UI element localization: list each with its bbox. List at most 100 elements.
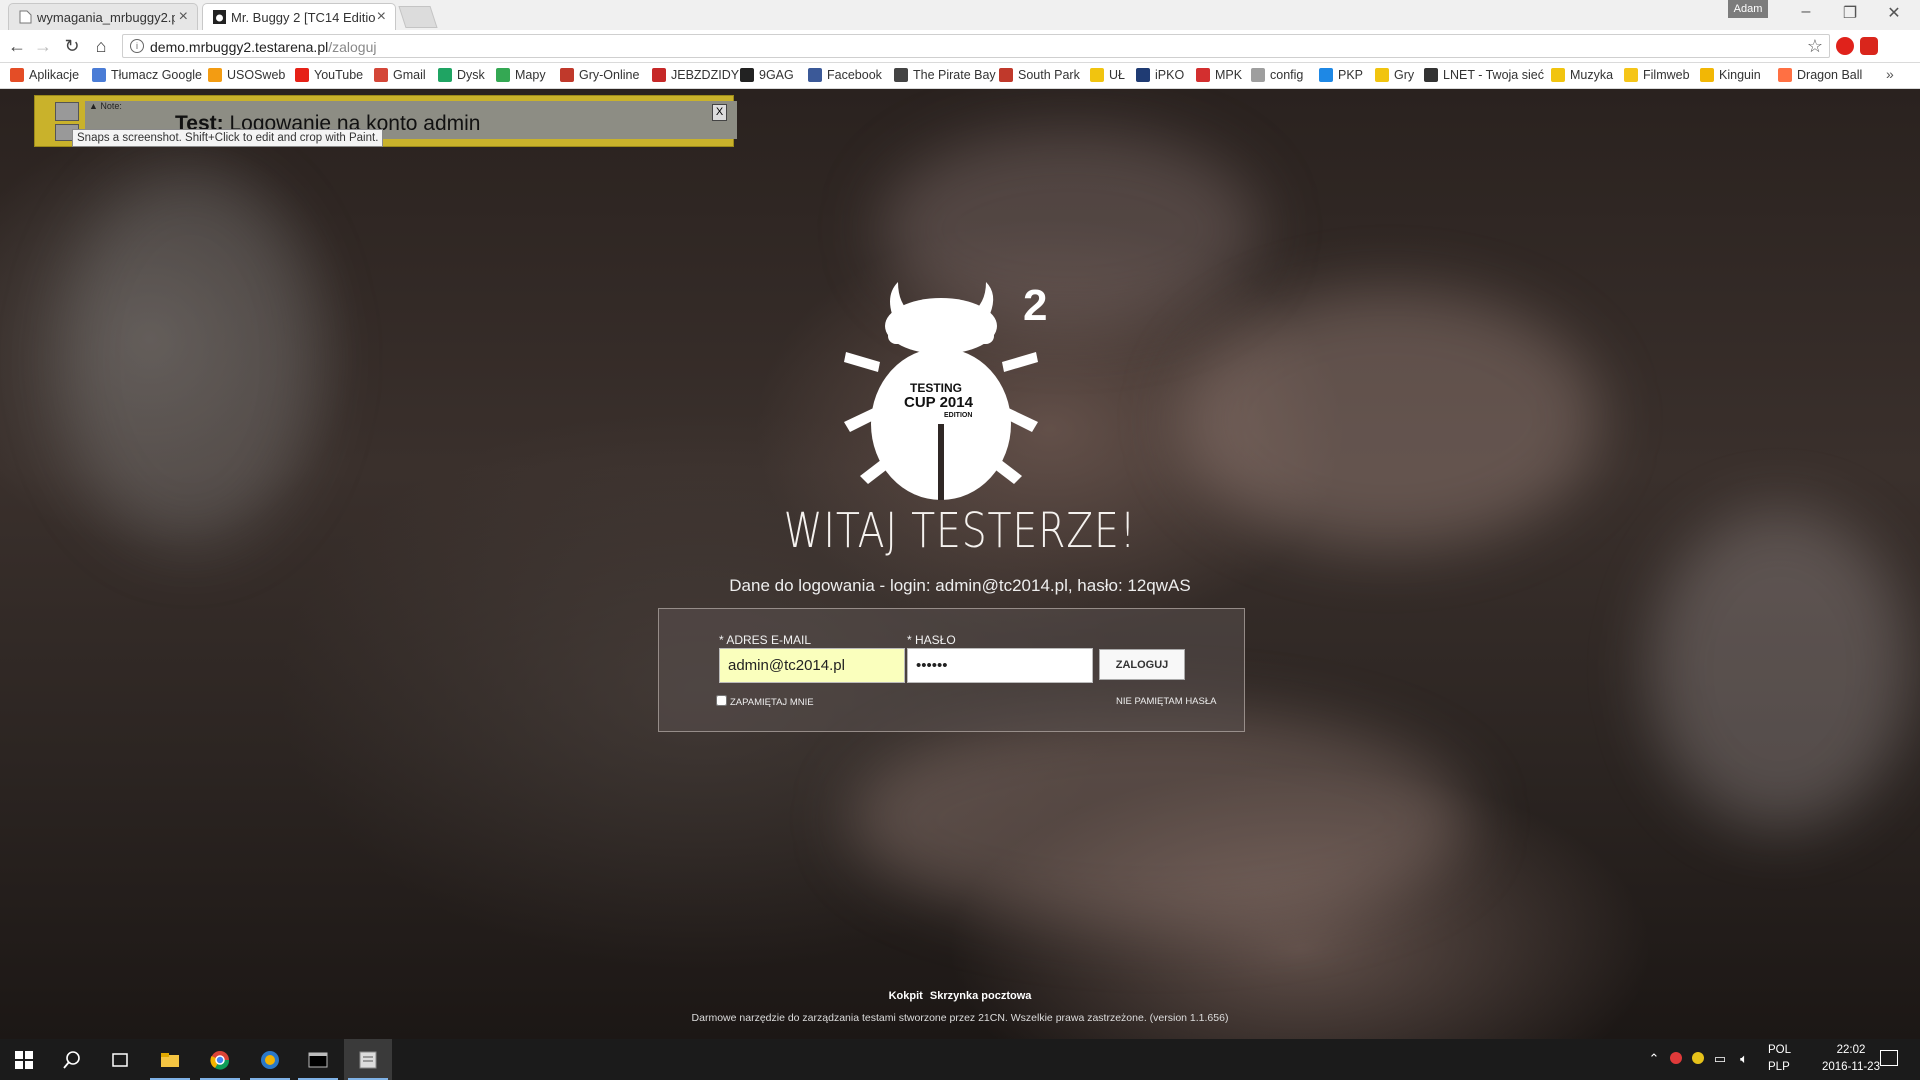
bookmark-label: Dragon Ball [1797,68,1863,82]
bookmark-item[interactable]: Gmail [374,66,426,84]
password-field[interactable] [907,648,1093,683]
remember-me-label[interactable]: ZAPAMIĘTAJ MNIE [730,697,814,708]
document-icon [19,10,32,24]
remember-me-checkbox[interactable] [716,695,727,706]
bookmark-label: Facebook [827,68,882,82]
search-button[interactable] [48,1039,96,1080]
bookmark-item[interactable]: Facebook [808,66,882,84]
bookmark-item[interactable]: Dysk [438,66,485,84]
bookmark-item[interactable]: The Pirate Bay [894,66,996,84]
forward-icon[interactable]: → [32,35,54,57]
bookmark-item[interactable]: MPK [1196,66,1242,84]
bookmark-item[interactable]: Gry [1375,66,1414,84]
forgot-password-link[interactable]: NIE PAMIĘTAM HASŁA [1116,696,1216,707]
taskbar-chrome-profile[interactable] [246,1039,294,1080]
usosweb-icon [208,68,222,82]
new-tab-button[interactable] [398,6,438,28]
bookmark-item[interactable]: Dragon Ball [1778,66,1862,84]
bookmark-item[interactable]: UŁ [1090,66,1125,84]
login-button[interactable]: ZALOGUJ [1099,649,1185,680]
back-icon[interactable]: ← [6,35,28,57]
reload-icon[interactable]: ↻ [61,35,83,57]
bookmark-item[interactable]: YouTube [295,66,363,84]
bookmarks-overflow-icon[interactable]: » [1886,66,1894,82]
footer-link-kokpit[interactable]: Kokpit [889,990,923,1002]
note-close-button[interactable]: X [712,104,727,121]
tray-app-icon[interactable] [1690,1051,1706,1067]
clock-time[interactable]: 22:02 [1816,1044,1886,1056]
browser-tab-bar: wymagania_mrbuggy2.p × Mr. Buggy 2 [TC14… [0,0,1920,30]
dragon-ball-icon [1778,68,1792,82]
kinguin-crown-icon [1700,68,1714,82]
jebzdzidy-icon [652,68,666,82]
bookmark-item[interactable]: iPKO [1136,66,1184,84]
pkp-train-icon [1319,68,1333,82]
chrome-profile-icon [261,1051,279,1069]
home-icon[interactable]: ⌂ [90,35,112,57]
bookmark-item[interactable]: Tłumacz Google [92,66,202,84]
footer-link-skrzynka[interactable]: Skrzynka pocztowa [930,990,1031,1002]
bookmark-label: 9GAG [759,68,794,82]
bookmark-label: Muzyka [1570,68,1614,82]
close-window-icon[interactable]: ✕ [1874,3,1914,23]
footer-links: Kokpit Skrzynka pocztowa [0,990,1920,1002]
tab-mr-buggy[interactable]: Mr. Buggy 2 [TC14 Editio × [202,3,396,30]
bookmark-item[interactable]: config [1251,66,1303,84]
folder-icon [1375,68,1389,82]
bookmark-item[interactable]: Filmweb [1624,66,1690,84]
bookmark-item[interactable]: 9GAG [740,66,794,84]
bookmark-item[interactable]: Mapy [496,66,546,84]
taskbar-terminal[interactable] [294,1039,342,1080]
bookmark-item[interactable]: Kinguin [1700,66,1761,84]
testing-cup-bug-logo: TESTING CUP 2014 EDITION 2 [844,281,1047,500]
bookmark-item[interactable]: Muzyka [1551,66,1613,84]
action-center-icon[interactable] [1880,1050,1898,1066]
taskbar-chrome[interactable] [196,1039,244,1080]
close-tab-icon[interactable]: × [377,8,386,26]
search-icon [63,1051,80,1069]
bookmark-item[interactable]: Aplikacje [10,66,79,84]
task-view-button[interactable] [96,1039,144,1080]
video-extension-icon[interactable] [1860,37,1878,55]
input-language[interactable]: POL [1768,1044,1791,1056]
minimize-icon[interactable]: – [1786,3,1826,21]
bookmark-label: Gry [1394,68,1415,82]
bookmark-item[interactable]: PKP [1319,66,1363,84]
opera-extension-icon[interactable] [1836,37,1854,55]
bookmark-star-icon[interactable]: ☆ [1807,36,1823,57]
show-hidden-icons-chevron-icon[interactable]: ⌃ [1646,1051,1662,1067]
bookmark-item[interactable]: South Park [999,66,1080,84]
tray-app-icon[interactable] [1668,1051,1684,1067]
tab-title: wymagania_mrbuggy2.p [37,10,175,25]
bookmark-label: PKP [1338,68,1364,82]
bookmark-item[interactable]: JEBZDZIDY [652,66,739,84]
info-icon[interactable]: i [130,39,144,53]
close-tab-icon[interactable]: × [179,8,188,26]
network-icon[interactable]: ▭ [1712,1051,1728,1067]
bookmark-item[interactable]: USOSweb [208,66,285,84]
tab-wymagania[interactable]: wymagania_mrbuggy2.p × [8,3,198,30]
email-field[interactable] [719,648,905,683]
screenshot-tooltip: Snaps a screenshot. Shift+Click to edit … [72,129,384,147]
address-bar[interactable]: i demo.mrbuggy2.testarena.pl/zaloguj ☆ [122,34,1830,58]
start-button[interactable] [0,1039,48,1080]
windows-logo-icon [15,1051,33,1069]
profile-badge[interactable]: Adam [1728,0,1768,18]
taskbar-file-explorer[interactable] [146,1039,194,1080]
task-view-icon [112,1053,128,1067]
bookmark-item[interactable]: LNET - Twoja sieć [1424,66,1544,84]
folder-icon [1090,68,1104,82]
volume-icon[interactable]: 🔈︎ [1736,1051,1752,1067]
pirate-ship-icon [894,68,908,82]
google-drive-icon [438,68,452,82]
bookmark-item[interactable]: Gry-Online [560,66,639,84]
bookmark-label: iPKO [1155,68,1185,82]
keyboard-layout[interactable]: PLP [1768,1061,1790,1073]
bookmark-label: USOSweb [227,68,286,82]
restore-icon[interactable]: ❐ [1830,3,1870,23]
bookmark-label: Dysk [457,68,485,82]
taskbar-notes-app[interactable] [344,1039,392,1080]
logo-text: CUP 2014 [904,394,974,411]
bookmark-label: Tłumacz Google [111,68,203,82]
camera-icon[interactable] [55,102,79,121]
